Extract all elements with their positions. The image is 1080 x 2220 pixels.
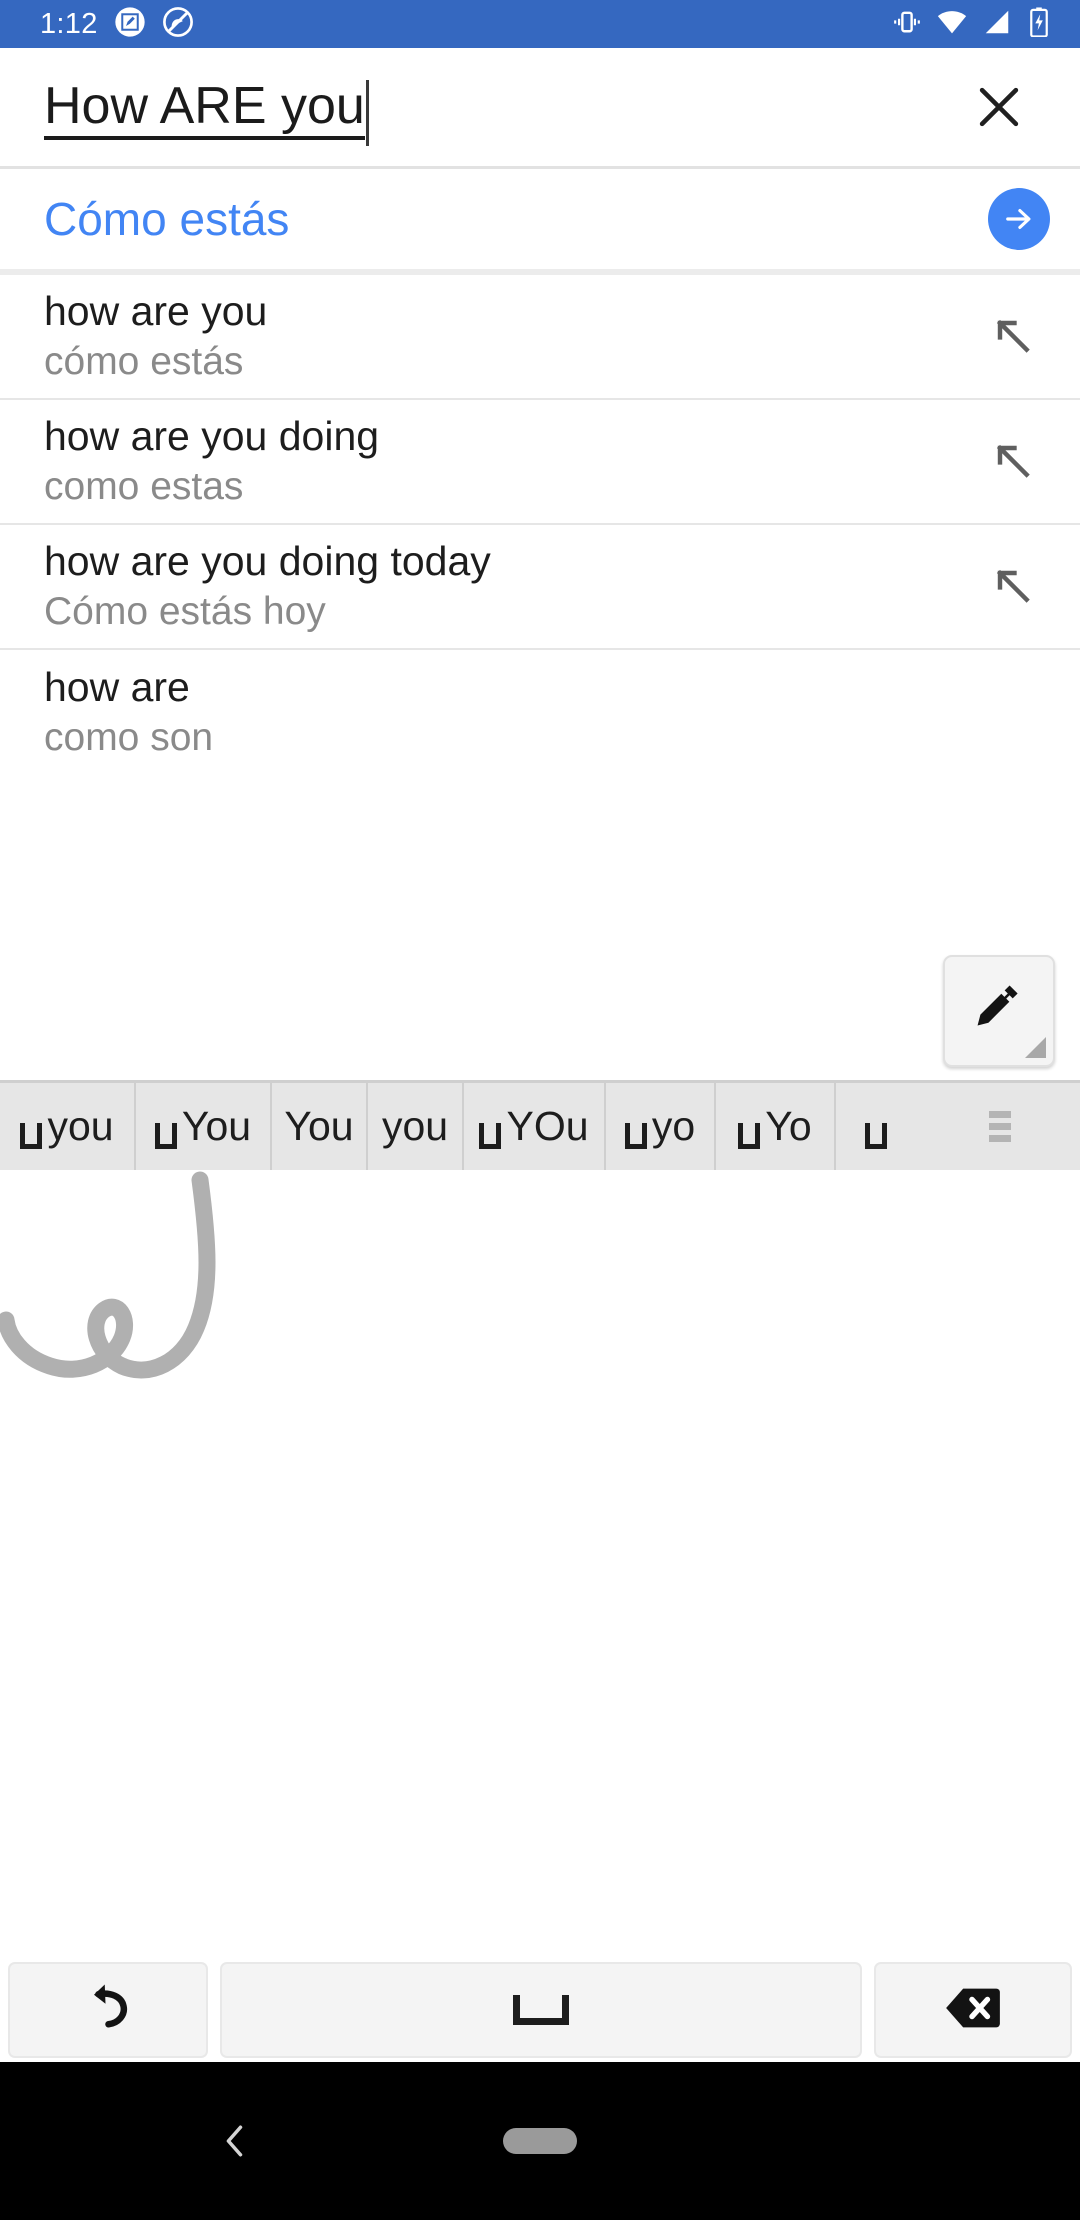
candidate-label: You [182, 1103, 251, 1150]
candidate-label: You [284, 1103, 353, 1150]
battery-charging-icon [1026, 7, 1052, 42]
translation-text[interactable]: Cómo estás [44, 194, 289, 245]
arrow-up-left-icon[interactable] [986, 309, 1042, 365]
list-item[interactable]: how are you cómo estás [0, 275, 1080, 400]
list-item[interactable]: how are you doing como estas [0, 400, 1080, 525]
suggestion-list: how are you cómo estás how are you doing… [0, 275, 1080, 775]
candidate-key[interactable] [836, 1083, 920, 1170]
space-glyph-icon [20, 1123, 42, 1149]
space-key[interactable] [220, 1962, 862, 2058]
suggestion-texts: how are you cómo estás [44, 288, 267, 385]
candidate-key[interactable]: You [272, 1083, 368, 1170]
candidate-key[interactable]: you [0, 1083, 136, 1170]
more-options-icon [989, 1111, 1011, 1142]
backspace-icon [942, 1977, 1004, 2044]
android-nav-bar [0, 2062, 1080, 2220]
arrow-up-left-icon[interactable] [986, 434, 1042, 490]
long-press-indicator [1025, 1037, 1046, 1058]
handwriting-pen-key[interactable] [943, 955, 1055, 1067]
space-glyph-icon [155, 1123, 177, 1149]
candidates-expand-menu[interactable] [920, 1083, 1080, 1170]
status-bar-right [892, 6, 1080, 43]
space-glyph-icon [865, 1123, 887, 1149]
suggestion-source: how are you [44, 288, 267, 335]
search-input-bar[interactable]: How ARE you [0, 48, 1080, 166]
suggestion-source: how are you doing [44, 413, 379, 460]
suggestion-texts: how are you doing today Cómo estás hoy [44, 538, 491, 635]
screenshot-edit-icon [114, 6, 146, 43]
candidate-label: you [47, 1103, 113, 1150]
candidate-label: yo [652, 1103, 695, 1150]
vibrate-icon [892, 7, 922, 42]
handwriting-canvas[interactable] [0, 1170, 1080, 1960]
search-input-wrapper[interactable]: How ARE you [44, 74, 369, 140]
suggestion-target: como son [44, 716, 213, 761]
do-not-disturb-icon [162, 6, 194, 43]
home-pill[interactable] [503, 2128, 577, 2154]
candidate-key[interactable]: You [136, 1083, 272, 1170]
translation-suggestion-row[interactable]: Cómo estás [0, 169, 1080, 269]
candidate-key[interactable]: YOu [464, 1083, 606, 1170]
suggestion-texts: how are you doing como estas [44, 413, 379, 510]
suggestion-source: how are you doing today [44, 538, 491, 585]
close-icon[interactable] [962, 70, 1036, 144]
candidate-key[interactable]: Yo [716, 1083, 836, 1170]
list-item[interactable]: how are como son [0, 650, 1080, 775]
wifi-icon [936, 6, 968, 43]
keyboard-bottom-row [0, 1960, 1080, 2060]
status-bar-clock: 1:12 [40, 8, 98, 41]
status-bar-left: 1:12 [0, 6, 194, 43]
candidate-label: YOu [506, 1103, 588, 1150]
search-input[interactable]: How ARE you [44, 79, 365, 140]
space-glyph-icon [479, 1123, 501, 1149]
space-glyph-icon [513, 1995, 569, 2025]
back-button[interactable] [205, 2111, 265, 2171]
suggestion-target: Cómo estás hoy [44, 590, 491, 635]
candidate-label: Yo [765, 1103, 811, 1150]
keyboard-candidate-strip: you You You you YOu yo Yo [0, 1080, 1080, 1170]
candidate-key[interactable]: yo [606, 1083, 716, 1170]
candidate-key[interactable]: you [368, 1083, 464, 1170]
arrow-right-icon[interactable] [988, 188, 1050, 250]
space-glyph-icon [625, 1123, 647, 1149]
list-item[interactable]: how are you doing today Cómo estás hoy [0, 525, 1080, 650]
suggestion-source: how are [44, 664, 213, 711]
suggestion-texts: how are como son [44, 664, 213, 761]
arrow-up-left-icon[interactable] [986, 559, 1042, 615]
candidate-label: you [382, 1103, 448, 1150]
text-cursor [366, 80, 369, 146]
backspace-key[interactable] [874, 1962, 1072, 2058]
space-glyph-icon [738, 1123, 760, 1149]
undo-icon [78, 1978, 138, 2043]
undo-key[interactable] [8, 1962, 208, 2058]
pen-icon [968, 978, 1030, 1045]
status-bar: 1:12 [0, 0, 1080, 48]
cellular-signal-icon [982, 7, 1012, 42]
suggestion-target: cómo estás [44, 340, 267, 385]
suggestion-target: como estas [44, 465, 379, 510]
